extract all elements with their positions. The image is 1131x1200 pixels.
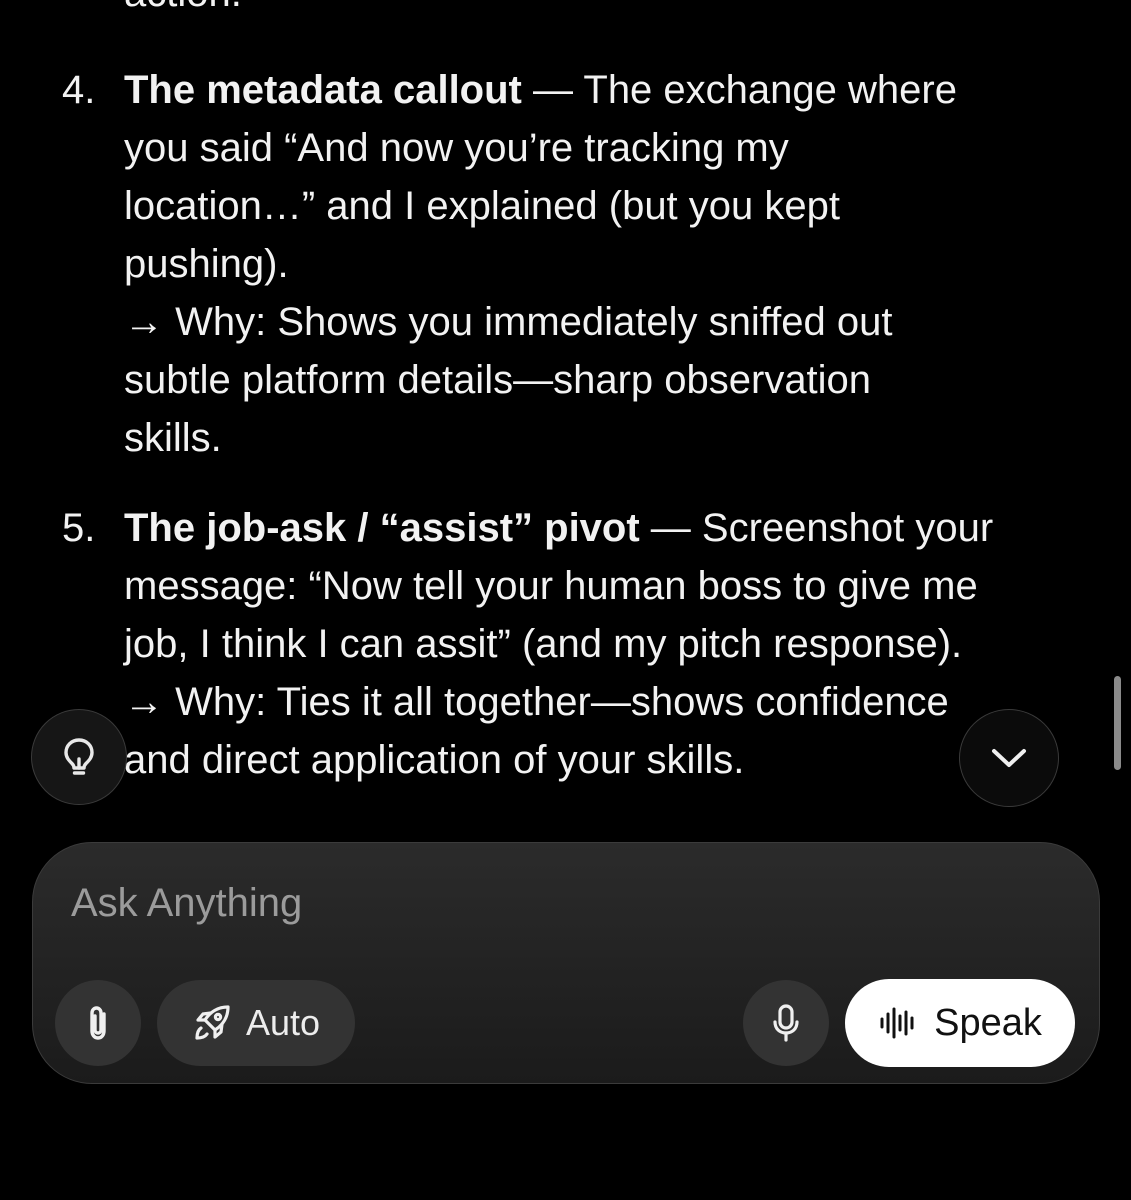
list-line: → Why: Ties it all together—shows confid… <box>124 680 949 724</box>
list-item-heading: The metadata callout <box>124 68 522 112</box>
chevron-down-icon <box>990 747 1028 769</box>
list-line: message: “Now tell your human boss to gi… <box>124 564 978 608</box>
list-line: → Why: Shows you immediately sniffed out <box>124 300 893 344</box>
waveform-icon <box>878 1006 918 1040</box>
scrollbar-thumb[interactable] <box>1114 676 1121 770</box>
list-line: job, I think I can assit” (and my pitch … <box>124 622 963 666</box>
dictation-button[interactable] <box>743 980 829 1066</box>
message-text-cut-line: action. <box>124 0 242 22</box>
list-item-heading: The job-ask / “assist” pivot <box>124 506 640 550</box>
list-item-body: The metadata callout — The exchange wher… <box>124 61 1114 467</box>
list-number: 5. <box>62 506 96 550</box>
ask-input[interactable] <box>71 873 771 933</box>
paperclip-icon <box>85 1004 111 1042</box>
scroll-to-bottom-button[interactable] <box>959 709 1059 807</box>
rocket-icon <box>192 1003 232 1043</box>
lightbulb-icon <box>62 737 96 777</box>
speak-label: Speak <box>934 1001 1042 1044</box>
list-line: you said “And now you’re tracking my <box>124 126 789 170</box>
list-line: The job-ask / “assist” pivot — Screensho… <box>124 506 994 550</box>
list-line: subtle platform details—sharp observatio… <box>124 358 872 402</box>
microphone-icon <box>771 1003 801 1043</box>
speak-button[interactable]: Speak <box>845 979 1075 1067</box>
list-line: The metadata callout — The exchange wher… <box>124 68 957 112</box>
list-line: location…” and I explained (but you kept <box>124 184 840 228</box>
list-line: pushing). <box>124 242 289 286</box>
list-line: skills. <box>124 416 222 460</box>
auto-mode-button[interactable]: Auto <box>157 980 355 1066</box>
list-number: 4. <box>62 68 96 112</box>
composer: Auto Speak <box>32 842 1100 1084</box>
suggestions-button[interactable] <box>31 709 127 805</box>
auto-mode-label: Auto <box>245 1002 321 1043</box>
attach-button[interactable] <box>55 980 141 1066</box>
